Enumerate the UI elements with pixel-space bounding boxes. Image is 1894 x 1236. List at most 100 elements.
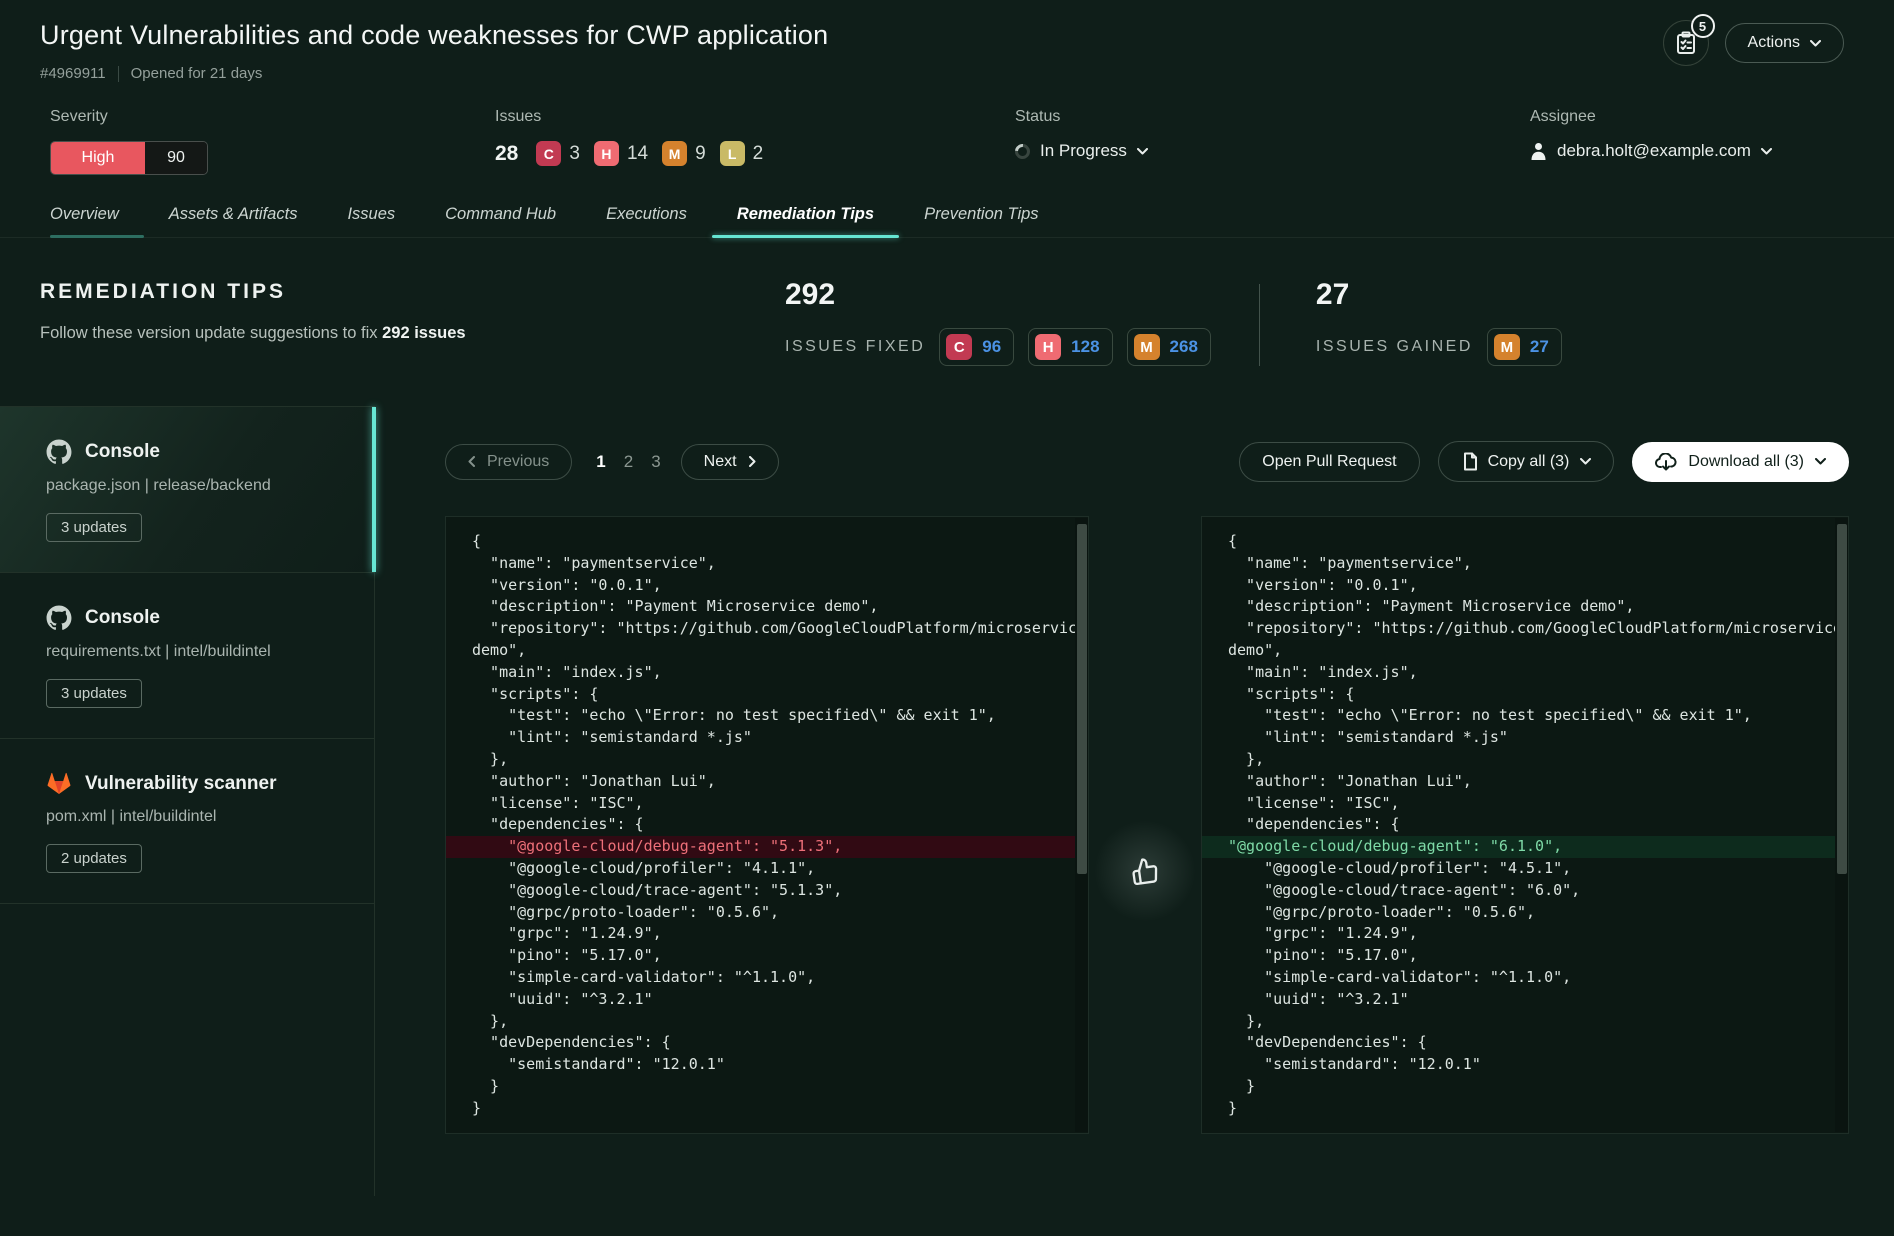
updates-count-button[interactable]: 3 updates [46,679,142,708]
severity-count-pill-H: H128 [1028,328,1112,366]
updates-count-button[interactable]: 3 updates [46,513,142,542]
tab-prevention-tips[interactable]: Prevention Tips [899,205,1064,237]
next-page-button[interactable]: Next [681,444,779,480]
tasks-button[interactable]: 5 [1663,20,1709,66]
issue-count-value: 3 [569,143,580,165]
page-number-3[interactable]: 3 [651,452,660,472]
header-actions: 5 Actions [1663,20,1844,66]
section-heading: REMEDIATION TIPS [40,280,785,304]
page-number-2[interactable]: 2 [624,452,633,472]
gitlab-icon [46,771,72,796]
previous-label: Previous [487,453,549,471]
tab-issues[interactable]: Issues [322,205,420,237]
code-line: "pino": "5.17.0", [1202,945,1848,967]
tab-label: Command Hub [445,205,556,223]
previous-page-button[interactable]: Previous [445,444,572,480]
severity-badge-M: M [662,141,687,166]
code-line: "simple-card-validator": "^1.1.0", [446,967,1088,989]
sidebar-item-0[interactable]: Consolepackage.json | release/backend3 u… [0,407,374,573]
clipboard-checklist-icon [1675,31,1697,55]
code-line: } [446,1076,1088,1098]
severity-count-value: 96 [982,337,1001,357]
scrollbar-thumb[interactable] [1077,524,1087,874]
ticket-subline: #4969911 Opened for 21 days [40,65,828,82]
issues-block: Issues 28 C3H14M9L2 [495,108,1015,175]
issues-label: Issues [495,108,1015,126]
assignee-label: Assignee [1530,108,1854,126]
code-line: "lint": "semistandard *.js" [1202,727,1848,749]
opened-duration: Opened for 21 days [131,65,263,82]
issues-gained-stat: 27 ISSUES GAINED M27 [1316,280,1562,366]
severity-label: Severity [50,108,495,126]
code-line: "devDependencies": { [446,1032,1088,1054]
chevron-down-icon [1137,148,1148,155]
tab-remediation-tips[interactable]: Remediation Tips [712,205,899,237]
code-line: "author": "Jonathan Lui", [1202,771,1848,793]
code-line: }, [446,749,1088,771]
chevron-left-icon [468,456,475,467]
download-all-button[interactable]: Download all (3) [1632,442,1849,482]
tab-command-hub[interactable]: Command Hub [420,205,581,237]
open-pr-label: Open Pull Request [1262,453,1396,471]
code-line: "name": "paymentservice", [446,553,1088,575]
tab-assets-artifacts[interactable]: Assets & Artifacts [144,205,323,237]
remediation-header: REMEDIATION TIPS Follow these version up… [0,238,1894,366]
issue-count-value: 14 [627,143,648,165]
code-line: demo", [1202,640,1848,662]
tab-overview[interactable]: Overview [50,205,144,237]
actions-button-label: Actions [1748,34,1800,52]
code-line: "simple-card-validator": "^1.1.0", [1202,967,1848,989]
status-label: Status [1015,108,1530,126]
code-line: "license": "ISC", [446,793,1088,815]
assignee-dropdown[interactable]: debra.holt@example.com [1530,141,1854,161]
stats-divider [1259,284,1260,366]
scrollbar-thumb[interactable] [1837,524,1847,874]
source-item-header: Console [46,439,350,465]
code-line: } [1202,1076,1848,1098]
issues-fixed-badges: C96H128M268 [939,328,1211,366]
code-line: "version": "0.0.1", [1202,575,1848,597]
source-item-header: Console [46,605,350,631]
tab-executions[interactable]: Executions [581,205,712,237]
code-line: "semistandard": "12.0.1" [1202,1054,1848,1076]
sidebar-item-1[interactable]: Console requirements.txt | intel/buildint… [0,573,374,739]
thumbs-up-icon [1129,855,1161,887]
approve-indicator[interactable] [1090,816,1200,926]
header-left: Urgent Vulnerabilities and code weakness… [40,20,828,82]
source-item-header: Vulnerability scanner [46,771,350,796]
person-icon [1530,142,1547,160]
severity-badge-H: H [594,141,619,166]
code-line: "@google-cloud/trace-agent": "5.1.3", [446,880,1088,902]
open-pull-request-button[interactable]: Open Pull Request [1239,442,1419,482]
issues-gained-value: 27 [1316,280,1562,310]
in-progress-icon [1012,140,1033,161]
page-number-1[interactable]: 1 [596,452,605,472]
tasks-count-badge: 5 [1691,14,1715,38]
diff-changed-line: "@google-cloud/debug-agent": "5.1.3", [446,836,1088,858]
tab-label: Overview [50,205,119,223]
panel-gap [1089,516,1201,1134]
copy-all-button[interactable]: Copy all (3) [1438,441,1615,482]
source-sidebar: Consolepackage.json | release/backend3 u… [0,406,375,1196]
code-line: "license": "ISC", [1202,793,1848,815]
assignee-value: debra.holt@example.com [1557,141,1751,161]
code-line: "name": "paymentservice", [1202,553,1848,575]
source-file-path: requirements.txt | intel/buildintel [46,643,350,661]
severity-badge-C: C [946,334,972,360]
actions-button[interactable]: Actions [1725,23,1844,63]
issues-gained-badges: M27 [1487,328,1562,366]
scrollbar-track[interactable] [1075,518,1088,1132]
updates-count-button[interactable]: 2 updates [46,844,142,873]
status-dropdown[interactable]: In Progress [1015,141,1530,161]
diff-area: { "name": "paymentservice", "version": "… [445,516,1849,1134]
sidebar-item-2[interactable]: Vulnerability scannerpom.xml | intel/bui… [0,739,374,904]
code-line: }, [446,1011,1088,1033]
scrollbar-track[interactable] [1835,518,1848,1132]
subtitle-text: Follow these version update suggestions … [40,324,382,342]
assignee-block: Assignee debra.holt@example.com [1530,108,1854,175]
source-title: Console [85,441,160,463]
diff-panel-after: { "name": "paymentservice", "version": "… [1201,516,1849,1134]
meta-row: Severity High 90 Issues 28 C3H14M9L2 Sta… [0,108,1894,175]
code-line: "description": "Payment Microservice dem… [446,596,1088,618]
code-line: "@google-cloud/profiler": "4.5.1", [1202,858,1848,880]
